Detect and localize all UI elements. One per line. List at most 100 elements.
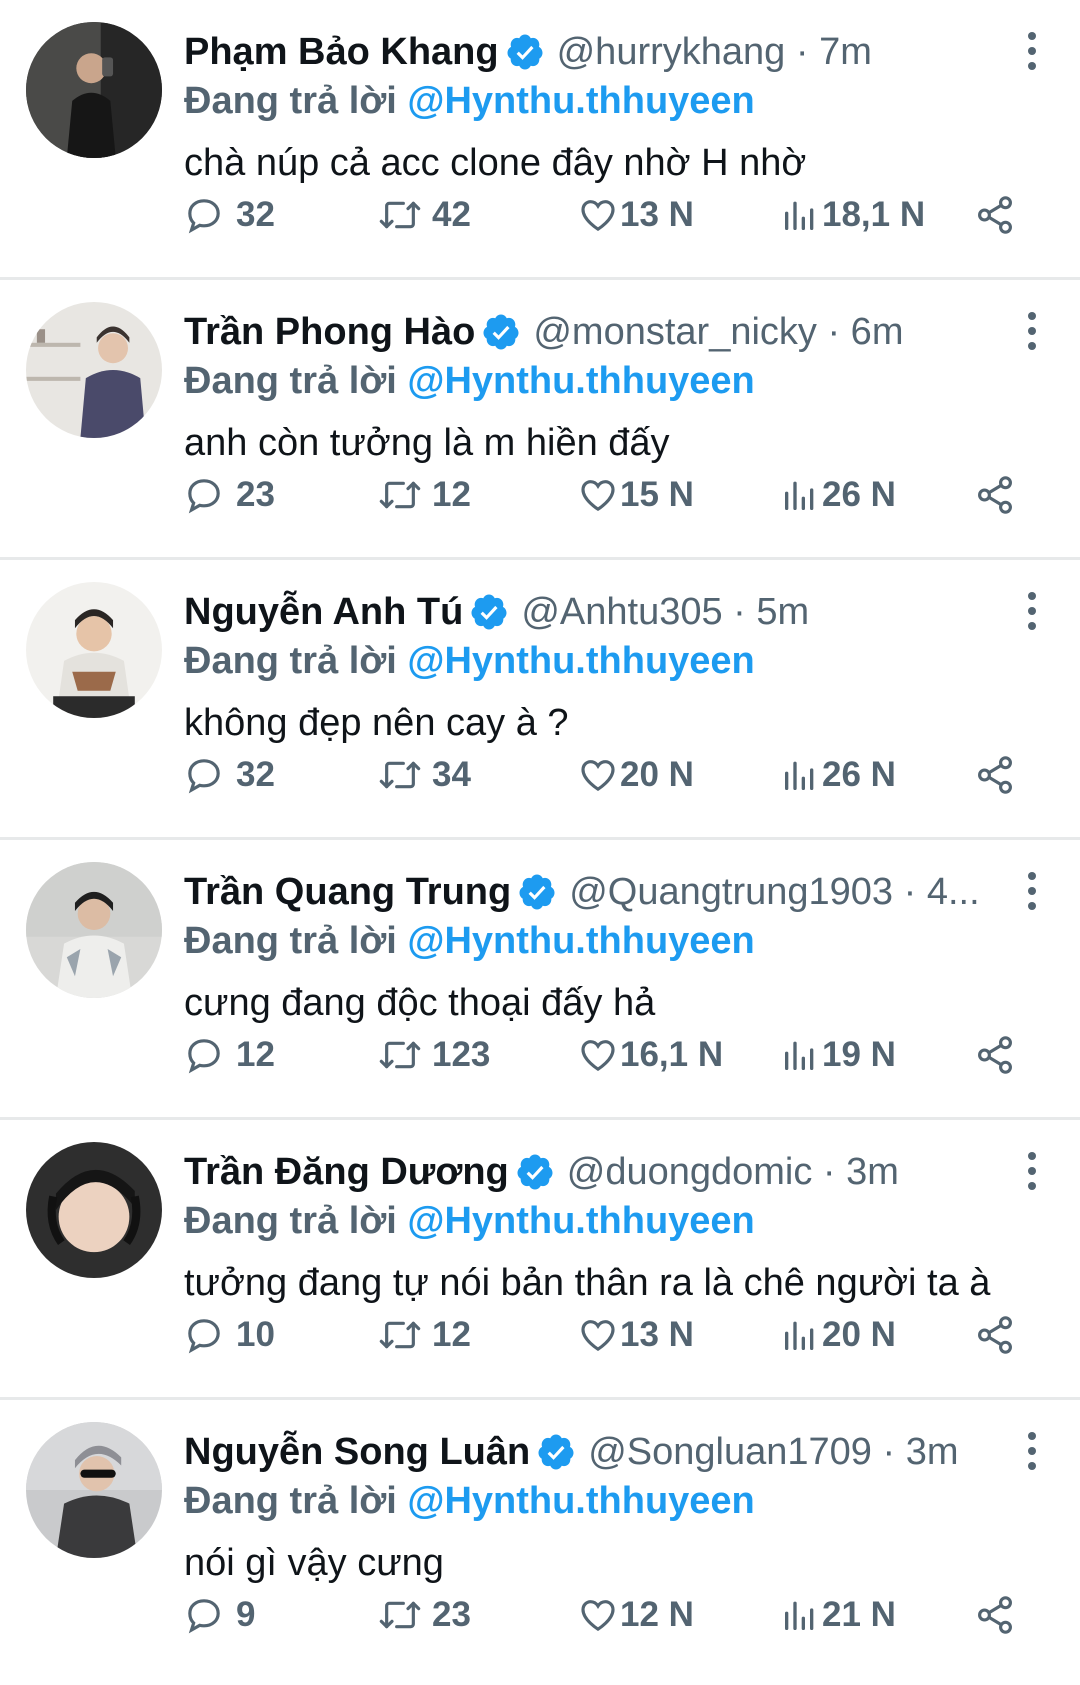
action-bar: 10 12 13 N 20 N <box>184 1310 1024 1360</box>
reply-prefix: Đang trả lời <box>184 1200 397 1242</box>
retweet-button[interactable]: 123 <box>378 1030 490 1080</box>
like-button[interactable]: 12 N <box>578 1590 694 1640</box>
more-vertical-icon[interactable] <box>1026 32 1038 72</box>
views-button[interactable]: 26 N <box>780 470 896 520</box>
replying-to: Đang trả lời @Hynthu.thhuyeen <box>184 918 1020 964</box>
tweet[interactable]: Trần Quang Trung @Quangtrung1903 · 4... … <box>0 840 1080 1120</box>
like-button[interactable]: 13 N <box>578 1310 694 1360</box>
retweet-icon <box>379 1041 421 1069</box>
share-button[interactable] <box>974 750 1016 800</box>
heart-icon <box>581 200 615 232</box>
avatar[interactable] <box>26 1422 162 1558</box>
handle-and-time[interactable]: @monstar_nicky · 6m <box>533 306 903 358</box>
reply-mention-link[interactable]: @Hynthu.thhuyeen <box>407 1200 754 1242</box>
author-name[interactable]: Trần Đăng Dương <box>184 1146 509 1198</box>
heart-icon <box>581 1040 615 1072</box>
share-icon <box>978 1316 1012 1354</box>
verified-badge-icon <box>483 314 519 350</box>
share-button[interactable] <box>974 190 1016 240</box>
avatar-photo <box>26 862 162 998</box>
like-button[interactable]: 20 N <box>578 750 694 800</box>
more-vertical-icon[interactable] <box>1026 1152 1038 1192</box>
reply-button[interactable]: 10 <box>184 1310 275 1360</box>
more-vertical-icon[interactable] <box>1026 592 1038 632</box>
author-name[interactable]: Phạm Bảo Khang <box>184 26 499 78</box>
tweet[interactable]: Trần Phong Hào @monstar_nicky · 6m Đang … <box>0 280 1080 560</box>
tweet[interactable]: Phạm Bảo Khang @hurrykhang · 7m Đang trả… <box>0 0 1080 280</box>
reply-button[interactable]: 23 <box>184 470 275 520</box>
reply-count: 32 <box>236 755 275 794</box>
views-button[interactable]: 20 N <box>780 1310 896 1360</box>
tweet-text: tưởng đang tự nói bản thân ra là chê ngư… <box>184 1262 991 1304</box>
author-name[interactable]: Trần Phong Hào <box>184 306 475 358</box>
reply-mention-link[interactable]: @Hynthu.thhuyeen <box>407 1480 754 1522</box>
author-name[interactable]: Nguyễn Song Luân <box>184 1426 530 1478</box>
more-vertical-icon[interactable] <box>1026 872 1038 912</box>
handle-and-time[interactable]: @hurrykhang · 7m <box>557 26 872 78</box>
reply-mention-link[interactable]: @Hynthu.thhuyeen <box>407 360 754 402</box>
views-button[interactable]: 19 N <box>780 1030 896 1080</box>
handle-and-time[interactable]: @duongdomic · 3m <box>567 1146 899 1198</box>
tweet[interactable]: Nguyễn Anh Tú @Anhtu305 · 5m Đang trả lờ… <box>0 560 1080 840</box>
handle-and-time[interactable]: @Songluan1709 · 3m <box>588 1426 958 1478</box>
reply-prefix: Đang trả lời <box>184 1480 397 1522</box>
share-button[interactable] <box>974 1590 1016 1640</box>
reply-mention-link[interactable]: @Hynthu.thhuyeen <box>407 920 754 962</box>
share-button[interactable] <box>974 470 1016 520</box>
retweet-button[interactable]: 34 <box>378 750 471 800</box>
avatar-photo <box>26 22 162 158</box>
reply-button[interactable]: 32 <box>184 750 275 800</box>
more-vertical-icon[interactable] <box>1026 312 1038 352</box>
view-count: 18,1 N <box>822 195 926 234</box>
action-bar: 32 42 13 N 18,1 N <box>184 190 1024 240</box>
verified-badge-icon <box>471 594 507 630</box>
views-bar-chart-icon <box>785 201 814 230</box>
like-button[interactable]: 13 N <box>578 190 694 240</box>
verified-badge-icon <box>538 1434 574 1470</box>
views-button[interactable]: 26 N <box>780 750 896 800</box>
share-button[interactable] <box>974 1310 1016 1360</box>
share-button[interactable] <box>974 1030 1016 1080</box>
reply-button[interactable]: 32 <box>184 190 275 240</box>
reply-bubble-icon <box>188 1319 220 1354</box>
reply-button[interactable]: 9 <box>184 1590 255 1640</box>
tweet[interactable]: Nguyễn Song Luân @Songluan1709 · 3m Đang… <box>0 1400 1080 1680</box>
reply-button[interactable]: 12 <box>184 1030 275 1080</box>
author-name[interactable]: Nguyễn Anh Tú <box>184 586 463 638</box>
retweet-button[interactable]: 42 <box>378 190 471 240</box>
retweet-count: 42 <box>432 195 471 234</box>
retweet-icon <box>379 201 421 229</box>
replying-to: Đang trả lời @Hynthu.thhuyeen <box>184 638 1020 684</box>
handle-and-time[interactable]: @Quangtrung1903 · 4... <box>569 866 979 918</box>
retweet-count: 23 <box>432 1595 471 1634</box>
views-button[interactable]: 18,1 N <box>780 190 925 240</box>
action-bar: 23 12 15 N 26 N <box>184 470 1024 520</box>
reply-bubble-icon <box>188 759 220 794</box>
share-icon <box>978 756 1012 794</box>
tweet-text: chà núp cả acc clone đây nhờ H nhờ <box>184 142 807 184</box>
heart-icon <box>581 1600 615 1632</box>
more-vertical-icon[interactable] <box>1026 1432 1038 1472</box>
tweet-text: anh còn tưởng là m hiền đấy <box>184 422 670 464</box>
avatar[interactable] <box>26 862 162 998</box>
reply-mention-link[interactable]: @Hynthu.thhuyeen <box>407 640 754 682</box>
handle-and-time[interactable]: @Anhtu305 · 5m <box>521 586 809 638</box>
retweet-button[interactable]: 12 <box>378 1310 471 1360</box>
author-name[interactable]: Trần Quang Trung <box>184 866 511 918</box>
tweet-text: cưng đang độc thoại đấy hả <box>184 982 656 1024</box>
reply-feed: Phạm Bảo Khang @hurrykhang · 7m Đang trả… <box>0 0 1080 1685</box>
avatar[interactable] <box>26 1142 162 1278</box>
views-button[interactable]: 21 N <box>780 1590 896 1640</box>
tweet[interactable]: Trần Đăng Dương @duongdomic · 3m Đang tr… <box>0 1120 1080 1400</box>
like-button[interactable]: 15 N <box>578 470 694 520</box>
retweet-button[interactable]: 12 <box>378 470 471 520</box>
verified-badge-icon <box>517 1154 553 1190</box>
avatar[interactable] <box>26 582 162 718</box>
avatar[interactable] <box>26 302 162 438</box>
retweet-button[interactable]: 23 <box>378 1590 471 1640</box>
like-button[interactable]: 16,1 N <box>578 1030 723 1080</box>
reply-mention-link[interactable]: @Hynthu.thhuyeen <box>407 80 754 122</box>
reply-prefix: Đang trả lời <box>184 640 397 682</box>
tweet-text: không đẹp nên cay à ? <box>184 702 569 744</box>
avatar[interactable] <box>26 22 162 158</box>
